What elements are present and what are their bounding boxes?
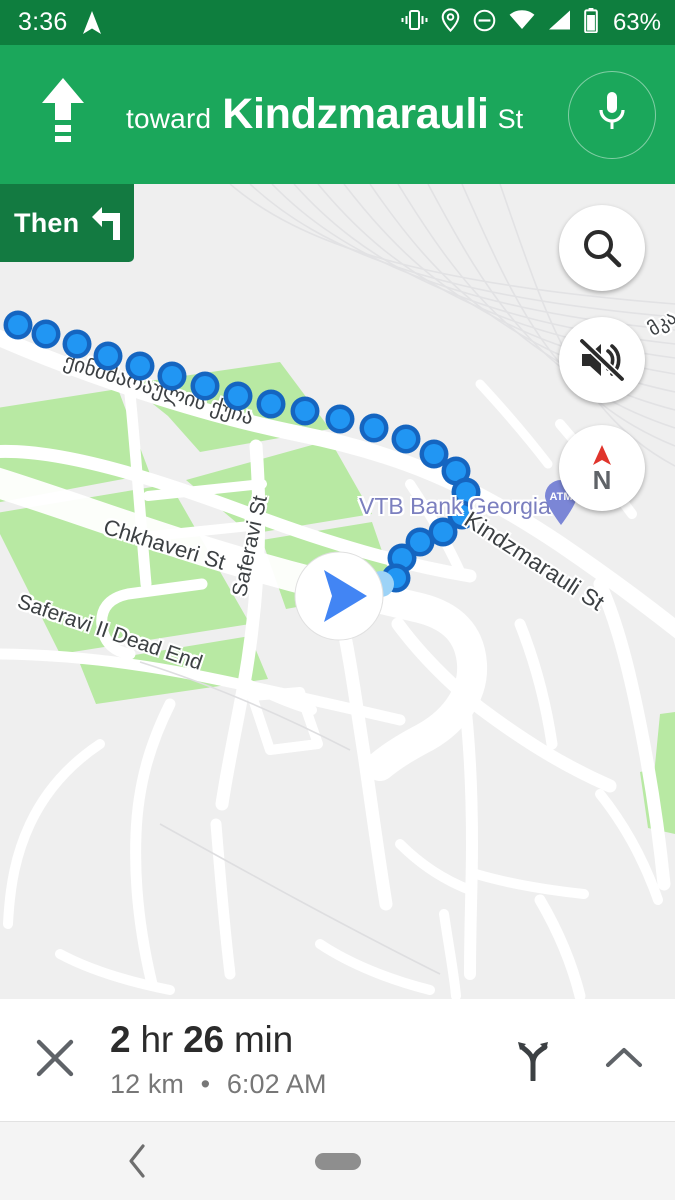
volume-muted-icon (578, 338, 626, 382)
vibrate-icon (401, 9, 428, 36)
eta-duration: 2 hr 26 min (110, 1020, 485, 1060)
android-navigation-bar (0, 1121, 675, 1200)
eta-hours-value: 2 (110, 1019, 131, 1061)
microphone-icon (595, 89, 629, 140)
status-bar: 3:36 63% (0, 0, 675, 45)
do-not-disturb-icon (473, 9, 496, 37)
navigation-screen: 3:36 63% toward Kindzmarauli St VTB Bank… (0, 0, 675, 1200)
then-banner: Then (0, 184, 134, 262)
search-icon (580, 226, 624, 270)
straight-ahead-arrow-icon (0, 76, 126, 154)
microphone-button[interactable] (568, 70, 656, 159)
svg-text:N: N (593, 465, 612, 494)
trip-separator: • (200, 1068, 211, 1099)
eta-hours-unit: hr (140, 1019, 173, 1061)
nav-street-name: Kindzmarauli (222, 90, 489, 138)
trip-distance-arrival: 12 km • 6:02 AM (110, 1069, 485, 1100)
back-button[interactable] (125, 1142, 151, 1185)
status-bar-icons: 63% (401, 7, 661, 38)
trip-distance: 12 km (110, 1068, 185, 1099)
eta-mins-unit: min (233, 1019, 293, 1061)
trip-info-bar: 2 hr 26 min 12 km • 6:02 AM (0, 999, 675, 1121)
trip-arrival-time: 6:02 AM (226, 1068, 327, 1099)
wifi-icon (509, 10, 535, 35)
user-location-marker (291, 548, 387, 644)
battery-percent-label: 63% (612, 8, 661, 36)
cell-signal-icon (548, 10, 571, 35)
then-label: Then (14, 207, 80, 238)
home-pill-icon[interactable] (315, 1153, 361, 1170)
nav-toward-label: toward (126, 103, 212, 134)
chevron-up-icon (604, 1045, 644, 1076)
location-pin-icon (441, 8, 460, 37)
status-bar-clock: 3:36 (18, 8, 68, 36)
nav-street-type: St (497, 104, 524, 134)
navigation-arrow-icon (81, 10, 103, 36)
navigation-header[interactable]: toward Kindzmarauli St (0, 45, 675, 184)
expand-sheet-button[interactable] (581, 1045, 667, 1076)
close-navigation-button[interactable] (0, 1037, 110, 1084)
search-button[interactable] (559, 205, 645, 291)
back-chevron-icon (125, 1144, 151, 1184)
map-canvas[interactable]: VTB Bank Georgia ATM Kindzmarauli St Chk… (0, 184, 675, 999)
route-alternatives-button[interactable] (485, 1035, 581, 1086)
navigation-instruction: toward Kindzmarauli St (126, 90, 564, 139)
close-icon (34, 1037, 76, 1084)
turn-left-arrow-icon (89, 203, 127, 243)
route-alternatives-icon (513, 1035, 553, 1086)
compass-button[interactable]: N (559, 425, 645, 511)
mute-button[interactable] (559, 317, 645, 403)
north-compass-icon: N (580, 442, 624, 494)
trip-summary[interactable]: 2 hr 26 min 12 km • 6:02 AM (110, 1020, 485, 1100)
battery-icon (584, 7, 598, 38)
eta-mins-value: 26 (183, 1019, 224, 1061)
